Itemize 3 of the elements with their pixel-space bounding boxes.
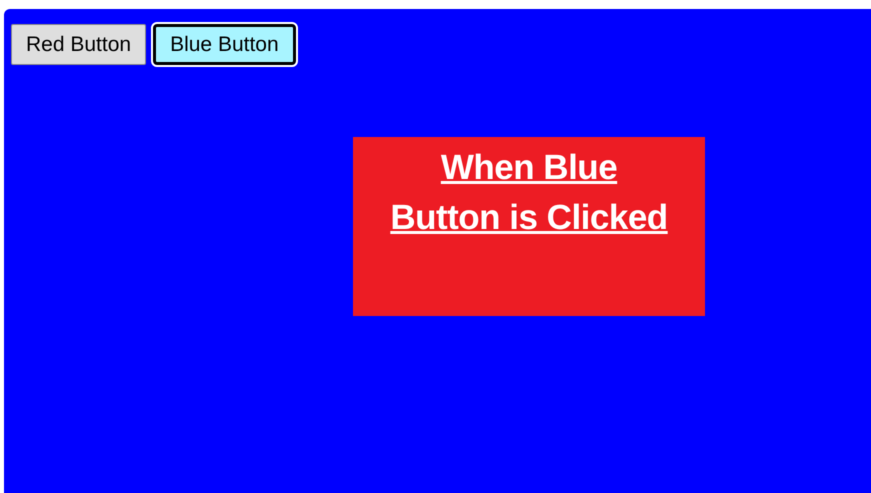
toggle-button[interactable]: Blue Button <box>153 24 296 65</box>
panel-heading: When Blue Button is Clicked <box>390 147 668 239</box>
toggle-button[interactable]: Red Button <box>11 24 146 65</box>
